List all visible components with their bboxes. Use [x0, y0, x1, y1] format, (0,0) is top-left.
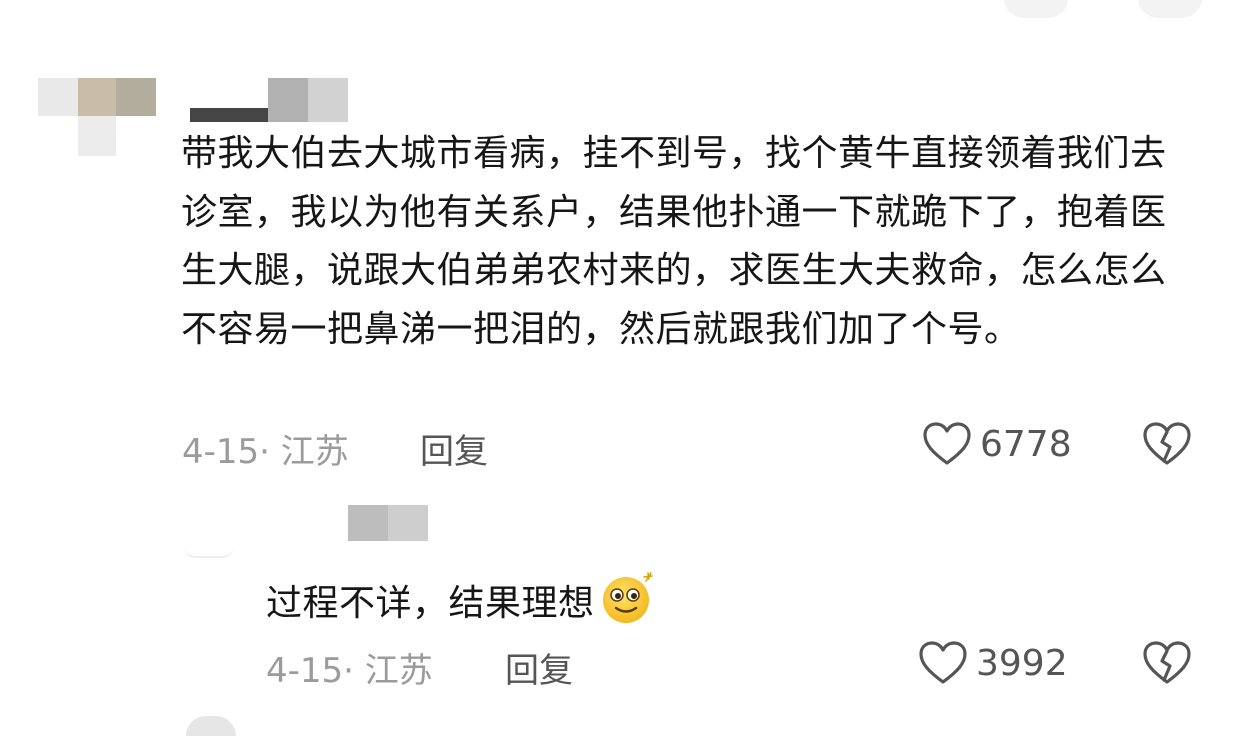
dislike-button[interactable] — [1142, 640, 1192, 690]
comment-text: 带我大伯去大城市看病，挂不到号，找个黄牛直接领着我们去诊室，我以为他有关系户，结… — [181, 133, 1167, 350]
heart-outline-icon — [919, 641, 967, 684]
like-count: 6778 — [980, 423, 1072, 465]
heart-outline-icon — [923, 422, 971, 465]
next-avatar[interactable] — [186, 716, 236, 736]
avatar[interactable] — [180, 506, 240, 558]
like-button[interactable]: 3992 — [918, 640, 1068, 686]
top-action-circle-right[interactable] — [1138, 0, 1202, 18]
date-value: 4-15 — [182, 432, 260, 472]
like-count: 3992 — [976, 642, 1068, 684]
username[interactable] — [348, 505, 428, 541]
comment-date: 4-15· 江苏 — [182, 424, 349, 473]
comment-text: 过程不详，结果理想 — [266, 583, 595, 624]
dislike-button[interactable] — [1142, 421, 1192, 471]
username[interactable] — [190, 78, 350, 122]
avatar[interactable] — [38, 78, 156, 158]
date-value: 4-15 — [266, 651, 344, 691]
location-value: · 江苏 — [259, 432, 349, 472]
like-button[interactable]: 6778 — [922, 421, 1072, 467]
broken-heart-icon — [1143, 422, 1191, 465]
top-action-circle-left[interactable] — [1004, 0, 1068, 18]
broken-heart-icon — [1143, 641, 1191, 684]
reply-text-container: 过程不详，结果理想 — [266, 569, 966, 634]
reply-button[interactable]: 回复 — [505, 643, 573, 692]
comment-date: 4-15· 江苏 — [266, 643, 433, 692]
reply-button[interactable]: 回复 — [420, 424, 488, 473]
location-value: · 江苏 — [343, 651, 433, 691]
smiling-face-emoji — [602, 572, 653, 623]
